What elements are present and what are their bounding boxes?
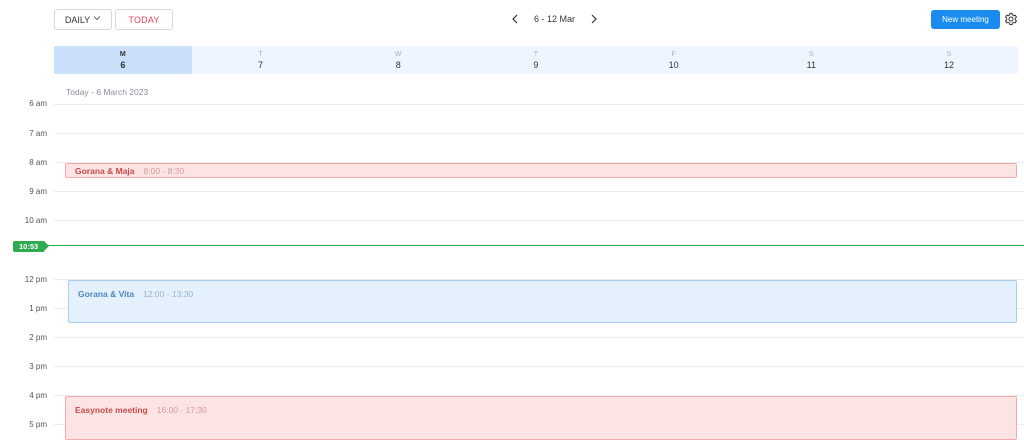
hour-gridline [54,337,1024,338]
day-date: 11 [806,59,816,70]
event-time: 8:00 - 8:30 [143,166,185,176]
hour-gridline [54,104,1024,105]
hour-gridline [54,133,1024,134]
hour-label: 3 pm [29,362,47,371]
day-tuesday[interactable]: T 7 [192,46,330,74]
chevron-down-icon [93,14,101,23]
hour-label: 5 pm [29,420,47,429]
hour-label: 10 am [24,216,47,225]
hour-label: 7 am [29,129,47,138]
day-name: M [119,50,126,58]
chevron-right-icon[interactable] [587,10,601,28]
today-button[interactable]: TODAY [115,9,173,30]
day-name: S [946,50,952,58]
week-day-strip: M 6 T 7 W 8 T 9 F 10 S 11 S 12 [54,46,1018,74]
hour-label: 4 pm [29,391,47,400]
day-name: S [808,50,814,58]
day-date: 7 [258,59,264,70]
day-date: 6 [120,59,126,70]
gear-icon[interactable] [1004,12,1018,26]
day-thursday[interactable]: T 9 [467,46,605,74]
day-name: T [533,50,539,58]
event-gorana-maja[interactable]: Gorana & Maja 8:00 - 8:30 [65,163,1017,178]
day-name: W [394,50,402,58]
event-title: Easynote meeting [75,405,148,415]
view-mode-dropdown[interactable]: DAILY [54,9,112,30]
hour-label: 2 pm [29,333,47,342]
day-date: 12 [943,59,954,70]
new-meeting-button[interactable]: New meeting [931,10,1000,29]
calendar-toolbar: DAILY TODAY 6 - 12 Mar New meeting [0,0,1024,40]
event-easynote-meeting[interactable]: Easynote meeting 16:00 - 17:30 [65,396,1017,440]
hour-label: 12 pm [24,275,47,284]
day-monday[interactable]: M 6 [54,46,192,74]
hour-label: 6 am [29,99,47,108]
hour-gridline [54,366,1024,367]
day-date: 9 [533,59,539,70]
event-title: Gorana & Maja [75,166,135,176]
event-time: 12:00 - 13:30 [143,289,194,299]
day-wednesday[interactable]: W 8 [329,46,467,74]
date-range-label: 6 - 12 Mar [534,14,576,24]
day-name: T [258,50,263,58]
event-title: Gorana & Vita [78,289,135,299]
day-sunday[interactable]: S 12 [880,46,1018,74]
day-friday[interactable]: F 10 [605,46,743,74]
event-time: 16:00 - 17:30 [156,405,207,415]
day-saturday[interactable]: S 11 [742,46,880,74]
hour-label: 9 am [29,187,47,196]
event-gorana-vita[interactable]: Gorana & Vita 12:00 - 13:30 [68,280,1017,323]
hour-gridline [54,220,1024,221]
hour-gridline [54,191,1024,192]
hour-label: 8 am [29,158,47,167]
day-name: F [671,50,676,58]
date-range-navigator: 6 - 12 Mar [508,10,601,28]
view-mode-label: DAILY [64,14,91,25]
chevron-left-icon[interactable] [508,10,522,28]
current-time-line [40,245,1024,246]
hour-label: 1 pm [29,304,47,313]
today-date-label: Today - 6 March 2023 [66,87,149,97]
day-date: 8 [395,59,401,70]
current-time-badge: 10:53 [13,241,50,252]
day-date: 10 [668,59,679,70]
